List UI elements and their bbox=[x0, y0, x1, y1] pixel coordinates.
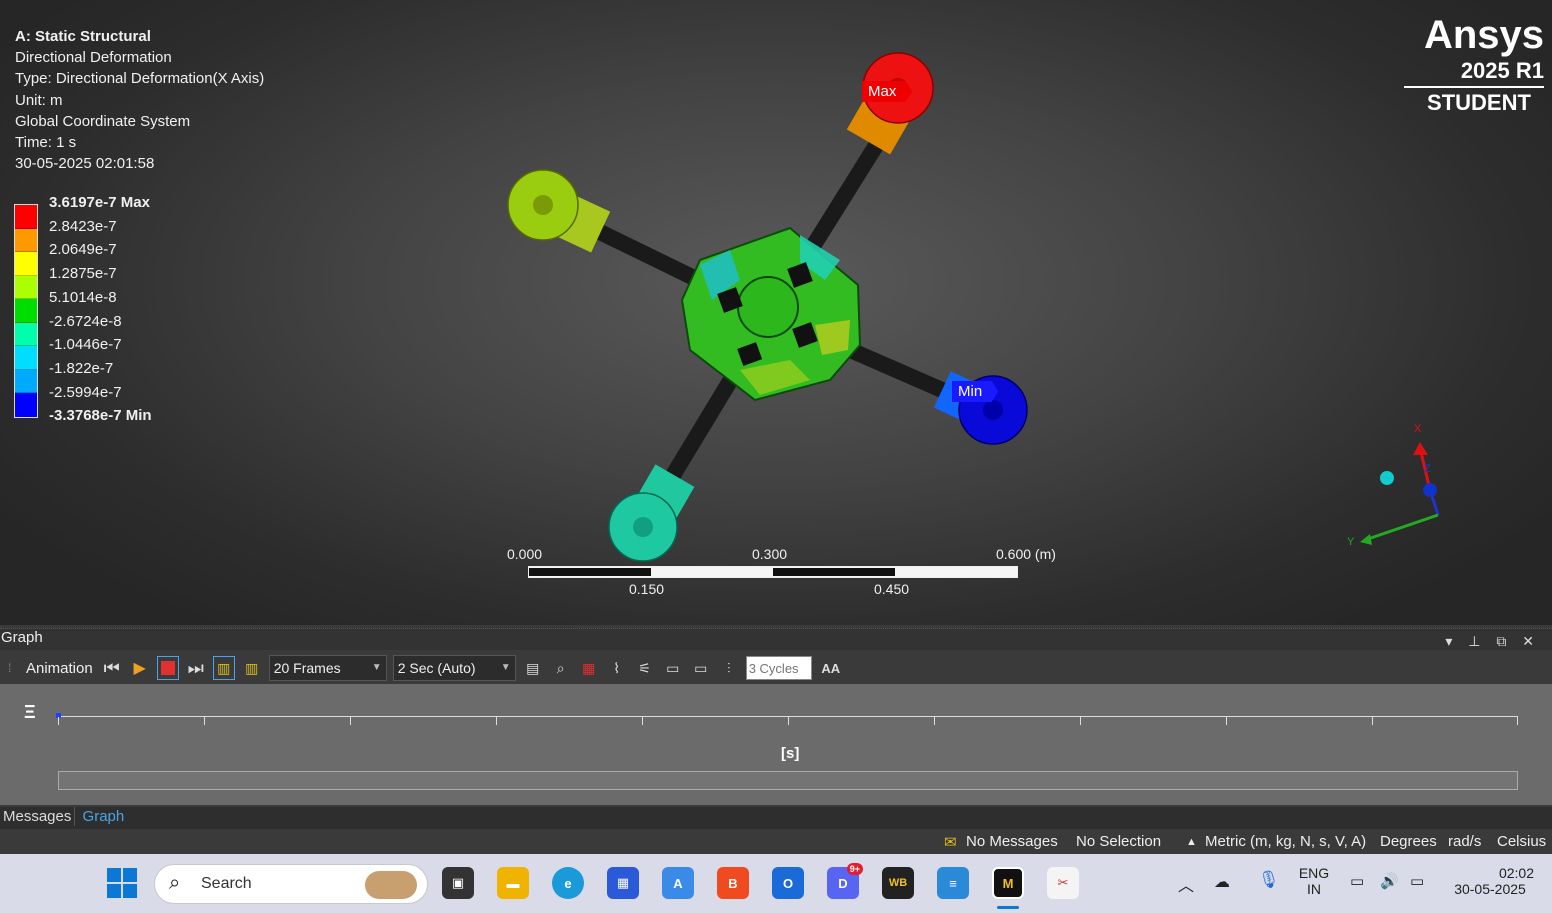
zoom-to-fit-icon[interactable]: ⌕ bbox=[550, 656, 572, 680]
paste-icon[interactable]: ▭ bbox=[690, 656, 712, 680]
quadcopter-frame-model[interactable]: X Z Y bbox=[0, 0, 1552, 625]
tray-overflow-icon[interactable]: ︿ bbox=[1178, 872, 1194, 896]
graph-panel: Graph ▾ ⊥ ⧉ ✕ ⁞ Animation ⏮ ▶ ⏭ ▥ ▥ 20 F… bbox=[0, 625, 1552, 807]
language-indicator[interactable]: ENG IN bbox=[1296, 865, 1332, 897]
chart-options-icon[interactable]: ⌇ bbox=[606, 656, 628, 680]
svg-text:X: X bbox=[1414, 423, 1422, 435]
anti-aliasing-button[interactable]: AA bbox=[820, 656, 842, 680]
brave-browser-icon[interactable]: B bbox=[717, 867, 749, 899]
legend-icon[interactable]: ▦ bbox=[578, 656, 600, 680]
discord-badge: 9+ bbox=[846, 863, 863, 875]
scale-label: 0.450 bbox=[874, 581, 910, 597]
snipping-tool-icon[interactable]: ✂ bbox=[1047, 867, 1079, 899]
ansys-workbench-icon[interactable]: WB bbox=[882, 867, 914, 899]
status-angle[interactable]: Degrees bbox=[1380, 833, 1437, 850]
outlook-icon[interactable]: O bbox=[772, 867, 804, 899]
scale-label: 0.300 bbox=[752, 546, 788, 562]
status-units[interactable]: Metric (m, kg, N, s, V, A) bbox=[1205, 833, 1366, 850]
battery-icon[interactable]: ▭ bbox=[1410, 872, 1424, 890]
network-icon[interactable]: ▭ bbox=[1350, 872, 1364, 890]
tab-messages[interactable]: Messages bbox=[0, 807, 76, 826]
volume-icon[interactable]: 🔊 bbox=[1380, 872, 1399, 890]
motor-mount-top-left bbox=[507, 169, 611, 253]
copy-icon[interactable]: ▭ bbox=[662, 656, 684, 680]
distributed-frames-icon[interactable]: ▥ bbox=[212, 656, 235, 680]
duration-dropdown[interactable]: 2 Sec (Auto) ▼ bbox=[392, 655, 516, 681]
timeline-icon: Ξ bbox=[24, 702, 36, 722]
notepad-icon[interactable]: ≡ bbox=[937, 867, 969, 899]
cycle-icon[interactable]: ⫶ bbox=[718, 656, 740, 680]
graphics-viewport[interactable]: A: Static Structural Directional Deforma… bbox=[0, 0, 1552, 625]
tab-graph[interactable]: Graph bbox=[80, 807, 128, 826]
animation-label: Animation bbox=[26, 659, 93, 677]
discord-icon[interactable]: D 9+ bbox=[827, 863, 863, 899]
animation-timeline[interactable]: Ξ [s] bbox=[0, 684, 1552, 805]
next-frame-button[interactable]: ⏭ bbox=[185, 656, 207, 680]
timeline-unit: [s] bbox=[781, 745, 800, 762]
panel-window-controls[interactable]: ▾ ⊥ ⧉ ✕ bbox=[1445, 633, 1540, 650]
search-highlight-icon bbox=[365, 871, 417, 899]
play-button[interactable]: ▶ bbox=[129, 656, 151, 680]
taskbar-search[interactable]: ⌕ Search bbox=[154, 864, 428, 904]
status-messages[interactable]: No Messages bbox=[966, 833, 1058, 850]
animation-toolbar: ⁞ Animation ⏮ ▶ ⏭ ▥ ▥ 20 Frames ▼ 2 Sec (… bbox=[0, 653, 1552, 683]
scale-label: 0.150 bbox=[629, 581, 665, 597]
graph-panel-title: Graph ▾ ⊥ ⧉ ✕ bbox=[0, 628, 1552, 650]
status-selection: No Selection bbox=[1076, 833, 1162, 850]
units-up-icon: ▲ bbox=[1186, 836, 1197, 848]
previous-frame-button[interactable]: ⏮ bbox=[101, 656, 123, 680]
result-sets-icon[interactable]: ▥ bbox=[241, 656, 263, 680]
center-hub bbox=[680, 226, 862, 402]
edge-browser-icon[interactable]: e bbox=[552, 867, 584, 899]
status-temperature[interactable]: Celsius bbox=[1497, 833, 1546, 850]
active-app-indicator bbox=[997, 906, 1019, 909]
ansys-mechanical-icon[interactable]: M bbox=[992, 867, 1024, 899]
max-probe-label[interactable]: Max bbox=[862, 81, 913, 102]
microphone-icon[interactable]: 🎙 bbox=[1258, 870, 1280, 890]
cycles-input[interactable] bbox=[745, 656, 812, 680]
export-video-icon[interactable]: ▤ bbox=[522, 656, 544, 680]
axis-triad: X Z Y bbox=[1347, 423, 1440, 548]
search-icon: ⌕ bbox=[169, 872, 181, 894]
scale-label: 0.600 (m) bbox=[996, 546, 1056, 562]
task-view-icon[interactable]: ▣ bbox=[442, 867, 474, 899]
toolbar-grip-icon: ⁞ bbox=[8, 661, 12, 675]
file-explorer-icon[interactable]: ▬ bbox=[497, 867, 529, 899]
clock-time: 02:02 bbox=[1498, 865, 1534, 881]
scale-bar-track bbox=[528, 566, 1018, 578]
stop-button[interactable] bbox=[156, 656, 179, 680]
status-bar: ✉ No Messages No Selection ▲ Metric (m, … bbox=[0, 829, 1552, 854]
bottom-tabs: Messages Graph bbox=[0, 807, 1552, 829]
probe-display-icon[interactable]: ⚟ bbox=[634, 656, 656, 680]
search-label: Search bbox=[201, 875, 252, 892]
svg-text:Y: Y bbox=[1347, 536, 1355, 548]
onedrive-icon[interactable]: ☁ bbox=[1214, 872, 1230, 892]
microsoft-store-icon[interactable]: ▦ bbox=[607, 867, 639, 899]
status-rotational-velocity[interactable]: rad/s bbox=[1448, 833, 1481, 850]
scale-label: 0.000 bbox=[507, 546, 543, 562]
windows-start-icon[interactable] bbox=[106, 867, 138, 899]
timeline-range-box[interactable] bbox=[58, 771, 1518, 790]
frames-dropdown[interactable]: 20 Frames ▼ bbox=[268, 655, 387, 681]
motor-mount-top-right bbox=[846, 52, 934, 155]
motor-mount-bottom-left bbox=[608, 464, 695, 562]
messages-icon: ✉ bbox=[944, 834, 957, 851]
clock-date: 30-05-2025 bbox=[1454, 881, 1526, 897]
svg-text:Z: Z bbox=[1424, 463, 1431, 475]
clock[interactable]: 02:02 30-05-2025 bbox=[1446, 865, 1534, 897]
min-probe-label[interactable]: Min bbox=[952, 381, 999, 402]
windows-taskbar: ⌕ Search ▣ ▬ e ▦ A B O D 9+ WB ≡ M ✂ ︿ ☁… bbox=[0, 854, 1552, 913]
app-icon[interactable]: A bbox=[662, 867, 694, 899]
